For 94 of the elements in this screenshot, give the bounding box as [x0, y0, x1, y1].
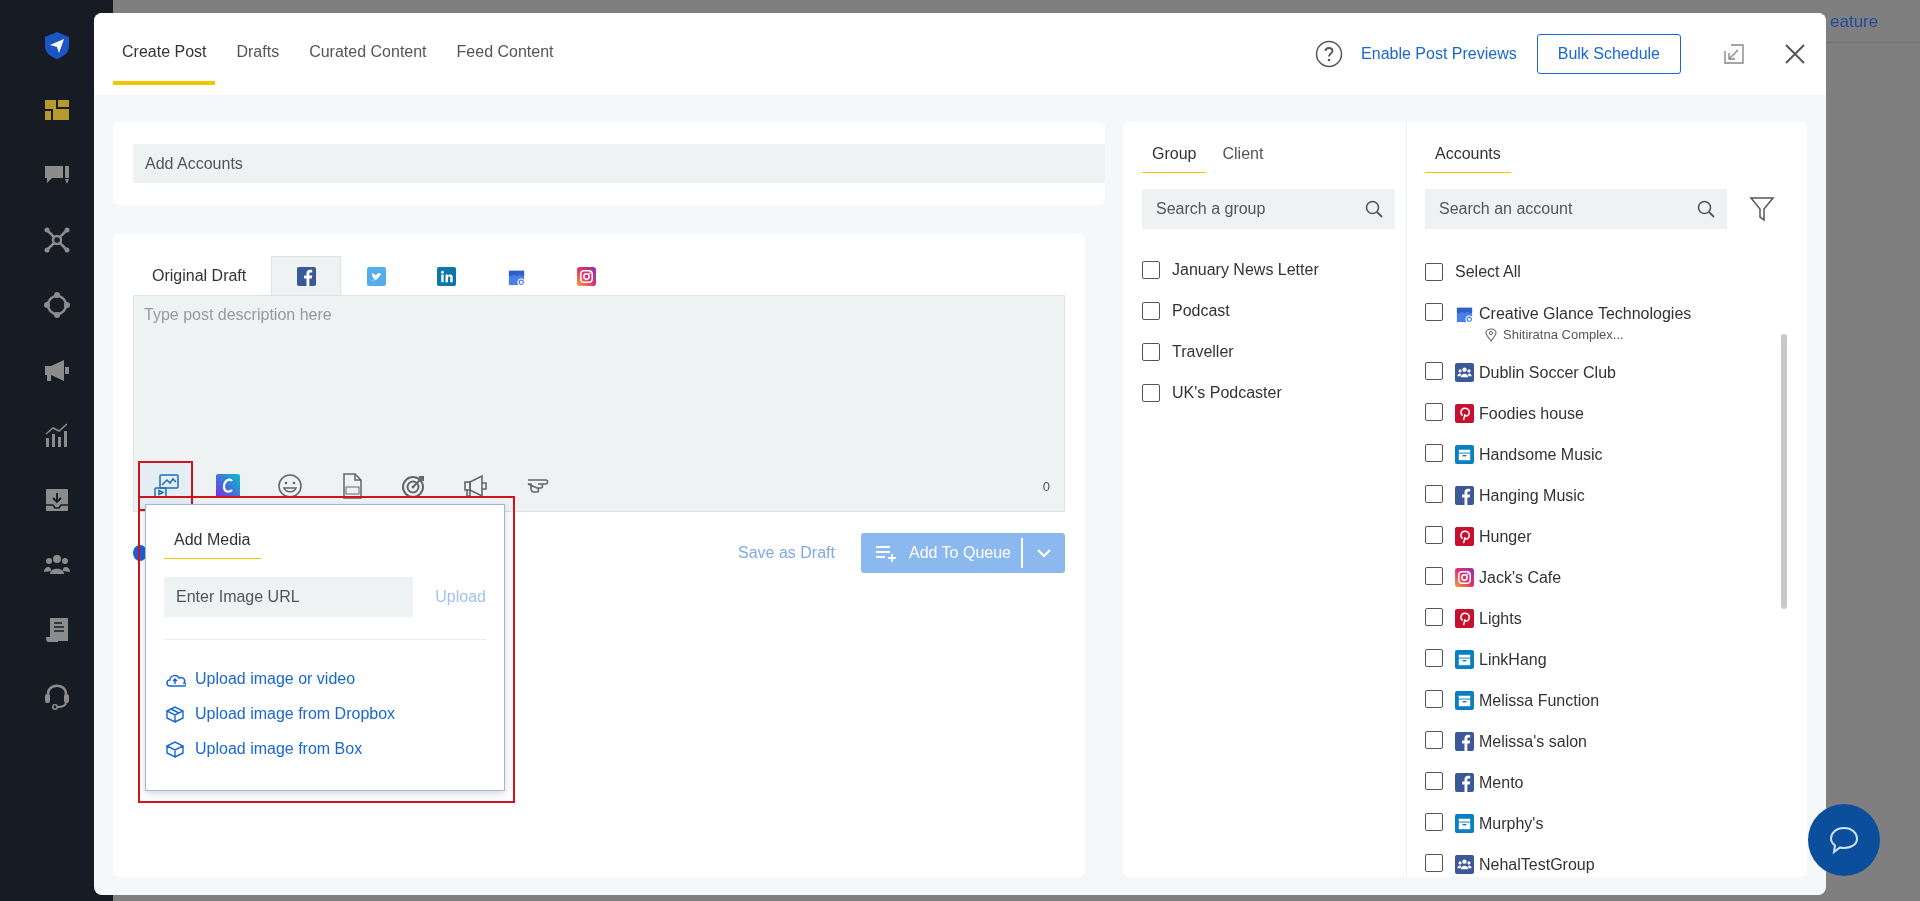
- pinterest-icon: [1455, 404, 1474, 423]
- help-icon[interactable]: [1315, 40, 1344, 68]
- checkbox[interactable]: [1425, 772, 1443, 790]
- minimize-icon[interactable]: [1722, 42, 1746, 66]
- network-tab[interactable]: [271, 256, 342, 295]
- account-name: Hanging Music: [1479, 486, 1585, 506]
- account-name: Melissa's salon: [1479, 732, 1587, 752]
- checkbox[interactable]: [1425, 731, 1443, 749]
- facebook-icon: [1455, 732, 1474, 751]
- people-icon: [1455, 363, 1474, 382]
- filter-icon[interactable]: [1749, 195, 1775, 223]
- search-icon: [1365, 200, 1383, 218]
- scrollbar-thumb[interactable]: [1781, 334, 1787, 609]
- checkbox[interactable]: [1425, 813, 1443, 831]
- close-icon[interactable]: [1784, 43, 1806, 65]
- checkbox[interactable]: [1425, 649, 1443, 667]
- checkbox[interactable]: [1142, 261, 1160, 279]
- pinterest-icon: [1455, 609, 1474, 628]
- tab[interactable]: Original Draft: [133, 256, 272, 295]
- briefcase-icon: [1455, 814, 1474, 833]
- facebook-icon: [1455, 773, 1474, 792]
- button-label: Add To Queue: [909, 544, 1011, 562]
- checkbox[interactable]: [1425, 362, 1443, 380]
- account-name: Dublin Soccer Club: [1479, 363, 1616, 383]
- character-count: 0: [1042, 478, 1050, 494]
- instagram-icon: [576, 266, 596, 286]
- bird-icon: [366, 266, 386, 286]
- checkbox[interactable]: [1425, 263, 1443, 281]
- briefcase-icon: [1455, 650, 1474, 669]
- checkbox[interactable]: [1425, 567, 1443, 585]
- account-name: Lights: [1479, 609, 1522, 629]
- chat-bubble-icon: [1828, 825, 1860, 855]
- select-all-label: Select All: [1455, 263, 1521, 281]
- account-name: Creative Glance Technologies: [1479, 304, 1692, 324]
- group-name: Traveller: [1172, 343, 1234, 361]
- search-input[interactable]: Search a group: [1154, 199, 1365, 219]
- account-name: NehalTestGroup: [1479, 855, 1595, 875]
- post-editor-field[interactable]: Type post description here 0: [133, 295, 1065, 512]
- search-icon: [1697, 200, 1715, 218]
- upload-option-link[interactable]: Upload image from Box: [164, 740, 363, 758]
- search-input[interactable]: Search an account: [1437, 199, 1697, 219]
- account-name: Murphy's: [1479, 814, 1544, 834]
- group-name: UK's Podcaster: [1172, 384, 1282, 402]
- group-name: Podcast: [1172, 302, 1230, 320]
- package-icon: [164, 705, 186, 723]
- account-name: Melissa Function: [1479, 691, 1600, 711]
- tab[interactable]: Drafts: [227, 23, 289, 85]
- checkbox[interactable]: [1425, 690, 1443, 708]
- checkbox[interactable]: [1425, 485, 1443, 503]
- checkbox[interactable]: [1142, 302, 1160, 320]
- queue-add-icon: [875, 543, 899, 563]
- group-search-field[interactable]: Search a group: [1142, 189, 1395, 229]
- tab[interactable]: Add Media: [164, 525, 261, 559]
- checkbox[interactable]: [1425, 303, 1443, 321]
- account-name: LinkHang: [1479, 650, 1547, 670]
- checkbox[interactable]: [1425, 854, 1443, 872]
- people-icon: [1455, 855, 1474, 874]
- checkbox[interactable]: [1425, 444, 1443, 462]
- checkbox[interactable]: [1425, 526, 1443, 544]
- pinterest-icon: [1455, 527, 1474, 546]
- account-search-field[interactable]: Search an account: [1425, 189, 1727, 229]
- tab[interactable]: Accounts: [1425, 139, 1511, 173]
- briefcase-icon: [1455, 445, 1474, 464]
- crosshair-icon[interactable]: [41, 290, 72, 320]
- account-name: Handsome Music: [1479, 445, 1603, 465]
- tab[interactable]: Group: [1142, 139, 1207, 173]
- account-name: Foodies house: [1479, 404, 1584, 424]
- facebook-icon: [296, 266, 316, 286]
- upload-option-link[interactable]: Upload image from Dropbox: [164, 705, 396, 723]
- account-name: Jack's Cafe: [1479, 568, 1562, 588]
- tab[interactable]: Feed Content: [447, 23, 563, 85]
- post-description-field[interactable]: Type post description here: [134, 296, 1064, 461]
- account-location: Shitiratna Complex...: [1503, 327, 1624, 342]
- tab[interactable]: Client: [1212, 139, 1274, 173]
- instagram-icon: [1455, 568, 1474, 587]
- tab[interactable]: Curated Content: [300, 23, 436, 85]
- checkbox[interactable]: [1425, 403, 1443, 421]
- checkbox[interactable]: [1142, 343, 1160, 361]
- enable-previews-link[interactable]: Enable Post Previews: [1361, 45, 1517, 63]
- group-name: January News Letter: [1172, 261, 1319, 279]
- location-pin-icon: [1485, 327, 1497, 342]
- account-name: Hunger: [1479, 527, 1532, 547]
- checkbox[interactable]: [1425, 608, 1443, 626]
- account-name: Mento: [1479, 773, 1524, 793]
- linkedin-icon: [436, 266, 456, 286]
- add-accounts-field[interactable]: Add Accounts: [133, 144, 1105, 183]
- upload-option-link[interactable]: Upload image or video: [164, 670, 356, 688]
- tab[interactable]: Create Post: [113, 23, 216, 85]
- image-url-field[interactable]: Enter Image URL: [164, 577, 413, 617]
- facebook-icon: [1455, 486, 1474, 505]
- checkbox[interactable]: [1142, 384, 1160, 402]
- box-icon: [164, 740, 186, 758]
- briefcase-icon: [1455, 691, 1474, 710]
- bulk-schedule-button[interactable]: Bulk Schedule: [1536, 34, 1681, 74]
